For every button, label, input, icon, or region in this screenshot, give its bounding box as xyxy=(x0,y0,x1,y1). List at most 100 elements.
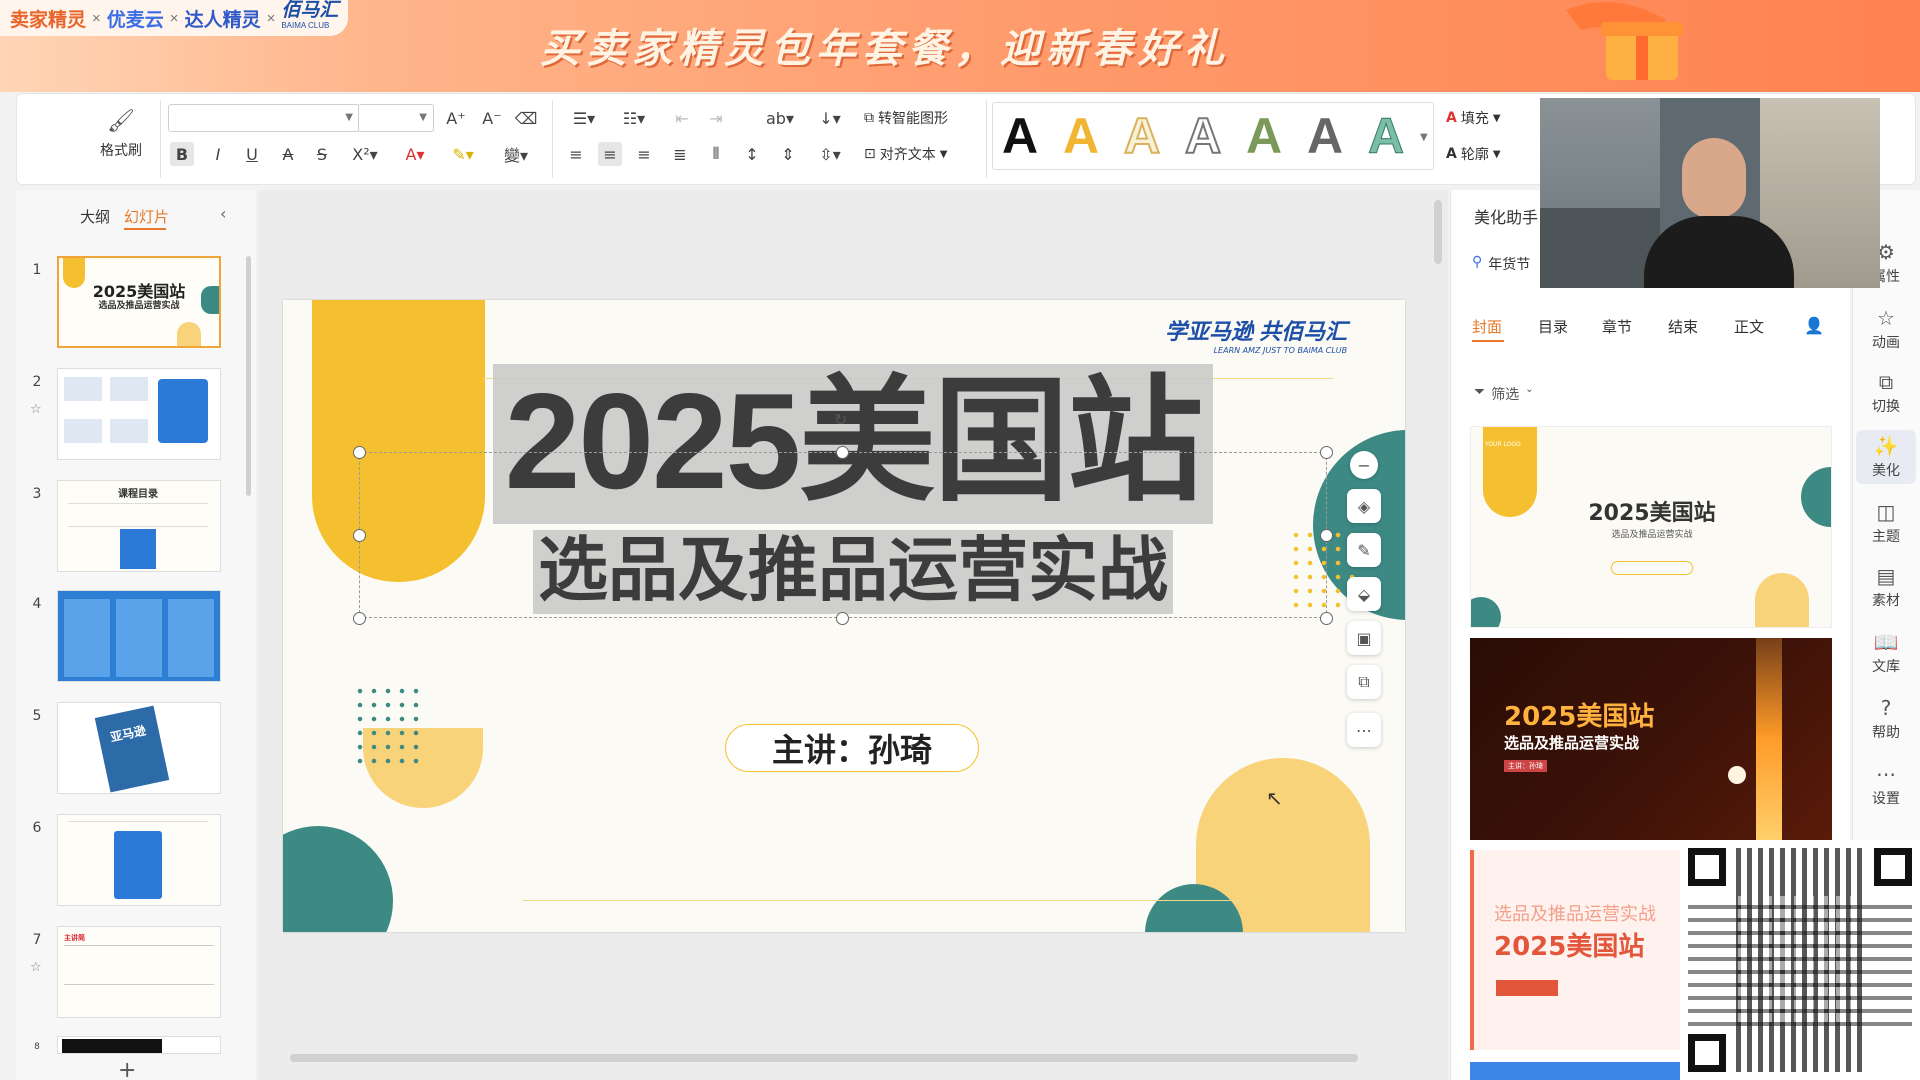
text-effect-green[interactable]: A xyxy=(1246,106,1282,166)
numbered-list-icon[interactable]: ☷▾ xyxy=(616,106,652,130)
text-effect-gray-outline[interactable]: A xyxy=(1184,106,1222,166)
strike-s-icon[interactable]: S xyxy=(310,142,334,166)
thumbnail-scrollbar[interactable] xyxy=(246,256,251,496)
align-text-button[interactable]: ⊡ 对齐文本 ▼ xyxy=(864,142,947,166)
side-theme[interactable]: ◫ 主题 xyxy=(1856,500,1916,546)
slide-thumbnail-7[interactable]: 主讲简 xyxy=(57,926,221,1018)
paragraph-spacing-icon[interactable]: ⇕ xyxy=(776,142,800,166)
tab-body[interactable]: 正文 xyxy=(1734,316,1764,337)
add-slide-button[interactable]: + xyxy=(118,1058,136,1080)
text-effect-black[interactable]: A xyxy=(1002,106,1038,166)
fill-button[interactable]: A 填充 ▼ xyxy=(1446,106,1501,130)
frame-icon[interactable]: ▣ xyxy=(1347,621,1381,655)
filter-button[interactable]: ⏷ 筛选 ⌄ xyxy=(1474,384,1534,404)
slide-thumbnail-4[interactable] xyxy=(57,590,221,682)
align-left-icon[interactable]: ≡ xyxy=(564,142,588,166)
edit-pen-icon[interactable]: ✎ xyxy=(1347,533,1381,567)
star-icon[interactable]: ☆ xyxy=(30,960,42,975)
resize-handle[interactable] xyxy=(1320,446,1333,459)
theme-icon: ◫ xyxy=(1876,500,1896,524)
distribute-icon[interactable]: ⫴ xyxy=(704,142,728,166)
side-transition[interactable]: ⧉ 切换 xyxy=(1856,370,1916,416)
thumb-lines xyxy=(68,821,208,829)
tab-slides[interactable]: 幻灯片 xyxy=(124,206,169,227)
slide-thumbnail-2[interactable] xyxy=(57,368,221,460)
teal-circle-bottom-left xyxy=(283,826,393,932)
more-icon[interactable]: ⋯ xyxy=(1347,713,1381,747)
column-spacing-icon[interactable]: ⇳▾ xyxy=(812,142,848,166)
resize-handle[interactable] xyxy=(1320,612,1333,625)
tab-outline[interactable]: 大纲 xyxy=(80,206,110,227)
tab-toc[interactable]: 目录 xyxy=(1538,316,1568,337)
resize-handle[interactable] xyxy=(836,446,849,459)
bullet-list-icon[interactable]: ☰▾ xyxy=(566,106,602,130)
justify-icon[interactable]: ≣ xyxy=(668,142,692,166)
slide-thumbnail-3[interactable]: 课程目录 xyxy=(57,480,221,572)
sort-icon[interactable]: ↓▾ xyxy=(812,106,848,130)
text-effect-teal[interactable]: A xyxy=(1367,106,1404,166)
layers-icon[interactable]: ◈ xyxy=(1347,489,1381,523)
superscript-icon[interactable]: X²▾ xyxy=(348,142,382,166)
text-effect-gold-outline[interactable]: A xyxy=(1123,106,1161,166)
tab-end[interactable]: 结束 xyxy=(1668,316,1698,337)
text-effect-yellow[interactable]: A xyxy=(1063,106,1099,166)
resize-handle[interactable] xyxy=(836,612,849,625)
canvas-horizontal-scrollbar[interactable] xyxy=(290,1054,1358,1062)
slide-thumbnail-8[interactable] xyxy=(57,1036,221,1054)
gallery-more-icon[interactable]: ▼ xyxy=(1420,132,1428,143)
italic-icon[interactable]: I xyxy=(206,142,230,166)
decrease-font-icon[interactable]: A⁻ xyxy=(480,106,504,130)
replace-icon[interactable]: ⧉ xyxy=(1347,665,1381,699)
side-settings[interactable]: ⋯ 设置 xyxy=(1856,762,1916,808)
location-label: 年货节 xyxy=(1488,257,1531,273)
indent-icon[interactable]: ⇥ xyxy=(704,106,728,130)
template-card-2[interactable]: 2025美国站 选品及推品运营实战 主讲：孙琦 xyxy=(1470,638,1832,840)
resize-handle[interactable] xyxy=(353,529,366,542)
rotate-handle-icon[interactable]: ↻ xyxy=(834,410,847,429)
resize-handle[interactable] xyxy=(353,446,366,459)
settings-icon: ⋯ xyxy=(1876,762,1896,786)
tab-chapter[interactable]: 章节 xyxy=(1602,316,1632,337)
side-beautify[interactable]: ✨ 美化 xyxy=(1856,430,1916,484)
side-help[interactable]: ? 帮助 xyxy=(1856,696,1916,742)
text-effect-gray[interactable]: A xyxy=(1307,106,1343,166)
side-animation[interactable]: ☆ 动画 xyxy=(1856,306,1916,352)
speaker-badge[interactable]: 主讲：孙琦 xyxy=(725,724,979,772)
text-direction-icon[interactable]: ab▾ xyxy=(762,106,798,130)
side-label: 切换 xyxy=(1872,399,1900,415)
outdent-icon[interactable]: ⇤ xyxy=(670,106,694,130)
slide-thumbnail-6[interactable] xyxy=(57,814,221,906)
underline-icon[interactable]: U xyxy=(240,142,264,166)
bold-icon[interactable]: B xyxy=(170,142,194,166)
slide-thumbnail-5[interactable]: 亚马逊 xyxy=(57,702,221,794)
fill-bucket-icon[interactable]: ⬙ xyxy=(1347,577,1381,611)
strikethrough-icon[interactable]: A xyxy=(276,142,300,166)
align-center-icon[interactable]: ≡ xyxy=(598,142,622,166)
line-spacing-icon[interactable]: ↕ xyxy=(740,142,764,166)
template-tag xyxy=(1496,980,1558,996)
font-family-select[interactable]: ▼ xyxy=(168,104,360,132)
resize-handle[interactable] xyxy=(1320,529,1333,542)
align-right-icon[interactable]: ≡ xyxy=(632,142,656,166)
location-chip[interactable]: ⚲ 年货节 xyxy=(1472,254,1530,274)
user-icon[interactable]: 👤 xyxy=(1804,316,1824,335)
template-card-1[interactable]: YOUR LOGO 2025美国站 选品及推品运营实战 xyxy=(1470,426,1832,628)
increase-font-icon[interactable]: A⁺ xyxy=(444,106,468,130)
slide-thumbnail-1[interactable]: 2025美国站 选品及推品运营实战 xyxy=(57,256,221,348)
tab-cover[interactable]: 封面 xyxy=(1472,316,1502,337)
zoom-out-icon[interactable]: − xyxy=(1350,451,1378,479)
highlight-icon[interactable]: ✎▾ xyxy=(446,142,480,166)
font-size-select[interactable]: ▼ xyxy=(358,104,434,132)
font-color-icon[interactable]: A▾ xyxy=(398,142,432,166)
clear-format-icon[interactable]: ⌫ xyxy=(514,106,538,130)
side-library[interactable]: 📖 文库 xyxy=(1856,630,1916,676)
star-icon[interactable]: ☆ xyxy=(30,402,42,417)
format-painter-button[interactable]: 🖌 格式刷 xyxy=(94,104,148,164)
outline-button[interactable]: A 轮廓 ▼ xyxy=(1446,142,1501,166)
canvas-vertical-scrollbar[interactable] xyxy=(1434,200,1442,264)
smart-shape-button[interactable]: ⧉ 转智能图形 xyxy=(864,106,948,130)
side-material[interactable]: ▤ 素材 xyxy=(1856,564,1916,610)
collapse-panel-icon[interactable]: ‹ xyxy=(220,204,226,223)
phonetic-icon[interactable]: 變▾ xyxy=(496,142,536,166)
resize-handle[interactable] xyxy=(353,612,366,625)
